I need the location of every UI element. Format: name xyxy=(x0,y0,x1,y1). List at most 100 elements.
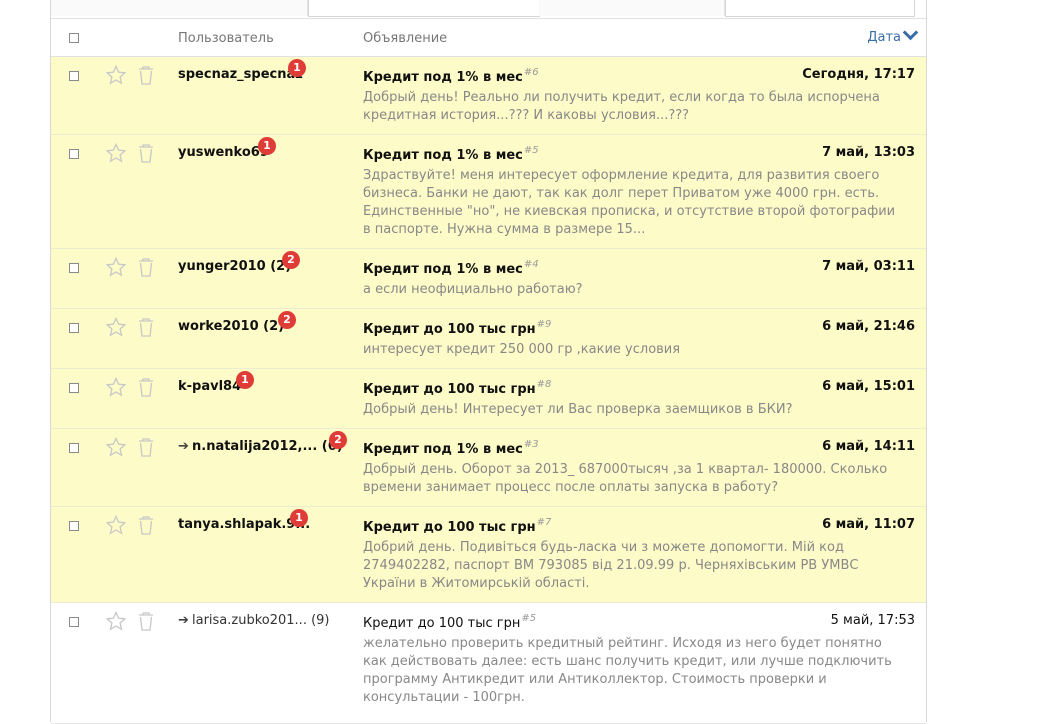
column-header-user: Пользователь xyxy=(178,31,274,46)
trash-icon[interactable] xyxy=(137,377,155,397)
message-row[interactable]: specnaz_specnaz 1 Кредит под 1% в мес#6 С… xyxy=(51,57,926,135)
message-date: 7 май, 03:11 xyxy=(822,259,915,274)
sender-name[interactable]: specnaz_specnaz 1 xyxy=(178,59,306,82)
ad-number: #4 xyxy=(523,259,539,270)
sender-name-text[interactable]: k-pavl84 xyxy=(178,379,241,394)
unread-count-badge: 1 xyxy=(290,509,308,527)
ad-number: #9 xyxy=(536,319,552,330)
trash-icon[interactable] xyxy=(137,143,155,163)
message-preview[interactable]: Добрый день. Оборот за 2013_ 687000тысяч… xyxy=(363,461,903,497)
message-row[interactable]: tanya.shlapak.9... 1 Кредит до 100 тыс гр… xyxy=(51,507,926,603)
trash-icon[interactable] xyxy=(137,65,155,85)
sender-name[interactable]: k-pavl84 1 xyxy=(178,371,254,394)
ad-title[interactable]: Кредит до 100 тыс грн#7 xyxy=(363,517,551,535)
messages-panel: Пользователь Объявление Дата specnaz_spe… xyxy=(50,0,927,724)
message-preview[interactable]: желательно проверить кредитный рейтинг. … xyxy=(363,635,903,707)
message-preview[interactable]: Добрий день. Подивіться будь-ласка чи з … xyxy=(363,539,903,593)
message-preview[interactable]: Добрый день! Интересует ли Вас проверка … xyxy=(363,401,903,419)
ad-title[interactable]: Кредит до 100 тыс грн#9 xyxy=(363,319,551,337)
star-icon[interactable] xyxy=(106,257,126,277)
forward-arrow-icon: ➔ xyxy=(178,613,189,628)
message-date: 7 май, 13:03 xyxy=(822,145,915,160)
star-icon[interactable] xyxy=(106,143,126,163)
message-row[interactable]: k-pavl84 1 Кредит до 100 тыс грн#8 6 май,… xyxy=(51,369,926,429)
column-header-date[interactable]: Дата xyxy=(867,30,901,45)
trash-icon[interactable] xyxy=(137,317,155,337)
message-date: 5 май, 17:53 xyxy=(830,613,915,628)
row-checkbox[interactable] xyxy=(69,323,79,333)
ad-title-text[interactable]: Кредит до 100 тыс грн xyxy=(363,616,520,631)
message-row[interactable]: yuswenko69 1 Кредит под 1% в мес#5 7 май,… xyxy=(51,135,926,249)
sender-name[interactable]: worke2010 (2) 2 xyxy=(178,311,296,334)
message-preview[interactable]: интересует кредит 250 000 гр ,какие усло… xyxy=(363,341,903,359)
ad-title-text[interactable]: Кредит под 1% в мес xyxy=(363,442,523,457)
ad-number: #5 xyxy=(521,613,537,624)
filter-tab-2[interactable] xyxy=(308,0,540,17)
ad-number: #7 xyxy=(536,517,552,528)
sender-name-text[interactable]: worke2010 (2) xyxy=(178,319,284,334)
sender-name[interactable]: yunger2010 (2) 2 xyxy=(178,251,300,274)
sender-name[interactable]: ➔ n.natalija2012,... (6) 2 xyxy=(178,431,347,454)
message-date: 6 май, 11:07 xyxy=(822,517,915,532)
message-row[interactable]: worke2010 (2) 2 Кредит до 100 тыс грн#9 6… xyxy=(51,309,926,369)
unread-count-badge: 2 xyxy=(282,251,300,269)
sort-by-date-link[interactable]: Дата xyxy=(867,24,919,45)
row-checkbox[interactable] xyxy=(69,443,79,453)
row-checkbox[interactable] xyxy=(69,71,79,81)
row-checkbox[interactable] xyxy=(69,521,79,531)
sender-name-text[interactable]: specnaz_specnaz xyxy=(178,67,303,82)
message-row[interactable]: ➔ n.natalija2012,... (6) 2 Кредит под 1% в… xyxy=(51,429,926,507)
filter-tab-3[interactable] xyxy=(539,0,725,16)
select-all-checkbox[interactable] xyxy=(69,33,79,43)
ad-title[interactable]: Кредит под 1% в мес#6 xyxy=(363,67,539,85)
ad-title[interactable]: Кредит под 1% в мес#5 xyxy=(363,145,539,163)
filter-bar xyxy=(51,0,926,19)
sender-name[interactable]: tanya.shlapak.9... 1 xyxy=(178,509,310,532)
row-checkbox[interactable] xyxy=(69,149,79,159)
trash-icon[interactable] xyxy=(137,437,155,457)
message-row[interactable]: ➔ larisa.zubko201... (9) Кредит до 100 ты… xyxy=(51,603,926,724)
message-row[interactable]: yunger2010 (2) 2 Кредит под 1% в мес#4 7 … xyxy=(51,249,926,309)
ad-title[interactable]: Кредит под 1% в мес#4 xyxy=(363,259,539,277)
ad-number: #8 xyxy=(536,379,552,390)
sender-name[interactable]: yuswenko69 1 xyxy=(178,137,276,160)
filter-tab-1[interactable] xyxy=(51,0,308,16)
trash-icon[interactable] xyxy=(137,611,155,631)
unread-count-badge: 1 xyxy=(288,59,306,77)
ad-title-text[interactable]: Кредит до 100 тыс грн xyxy=(363,520,536,535)
trash-icon[interactable] xyxy=(137,515,155,535)
message-preview[interactable]: Добрый день! Реально ли получить кредит,… xyxy=(363,89,903,125)
message-preview[interactable]: а если неофициально работаю? xyxy=(363,281,903,299)
message-date: 6 май, 14:11 xyxy=(822,439,915,454)
message-preview[interactable]: Здраствуйте! меня интересует оформление … xyxy=(363,167,903,239)
trash-icon[interactable] xyxy=(137,257,155,277)
star-icon[interactable] xyxy=(106,317,126,337)
ad-title-text[interactable]: Кредит под 1% в мес xyxy=(363,148,523,163)
ad-number: #3 xyxy=(523,439,539,450)
filter-tab-4[interactable] xyxy=(725,0,915,17)
star-icon[interactable] xyxy=(106,611,126,631)
sender-name-text[interactable]: n.natalija2012,... (6) xyxy=(192,439,343,454)
ad-title[interactable]: Кредит под 1% в мес#3 xyxy=(363,439,539,457)
ad-title-text[interactable]: Кредит под 1% в мес xyxy=(363,262,523,277)
ad-number: #6 xyxy=(523,67,539,78)
sender-name[interactable]: ➔ larisa.zubko201... (9) xyxy=(178,613,330,628)
sender-name-text[interactable]: larisa.zubko201... (9) xyxy=(192,613,330,628)
row-checkbox[interactable] xyxy=(69,617,79,627)
sender-name-text[interactable]: yunger2010 (2) xyxy=(178,259,291,274)
column-header-message: Объявление xyxy=(363,31,448,46)
ad-title[interactable]: Кредит до 100 тыс грн#8 xyxy=(363,379,551,397)
star-icon[interactable] xyxy=(106,377,126,397)
ad-title[interactable]: Кредит до 100 тыс грн#5 xyxy=(363,613,536,631)
star-icon[interactable] xyxy=(106,515,126,535)
ad-title-text[interactable]: Кредит до 100 тыс грн xyxy=(363,322,536,337)
star-icon[interactable] xyxy=(106,65,126,85)
row-checkbox[interactable] xyxy=(69,263,79,273)
message-date: 6 май, 15:01 xyxy=(822,379,915,394)
row-checkbox[interactable] xyxy=(69,383,79,393)
star-icon[interactable] xyxy=(106,437,126,457)
ad-number: #5 xyxy=(523,145,539,156)
sender-name-text[interactable]: yuswenko69 xyxy=(178,145,269,160)
ad-title-text[interactable]: Кредит до 100 тыс грн xyxy=(363,382,536,397)
ad-title-text[interactable]: Кредит под 1% в мес xyxy=(363,70,523,85)
